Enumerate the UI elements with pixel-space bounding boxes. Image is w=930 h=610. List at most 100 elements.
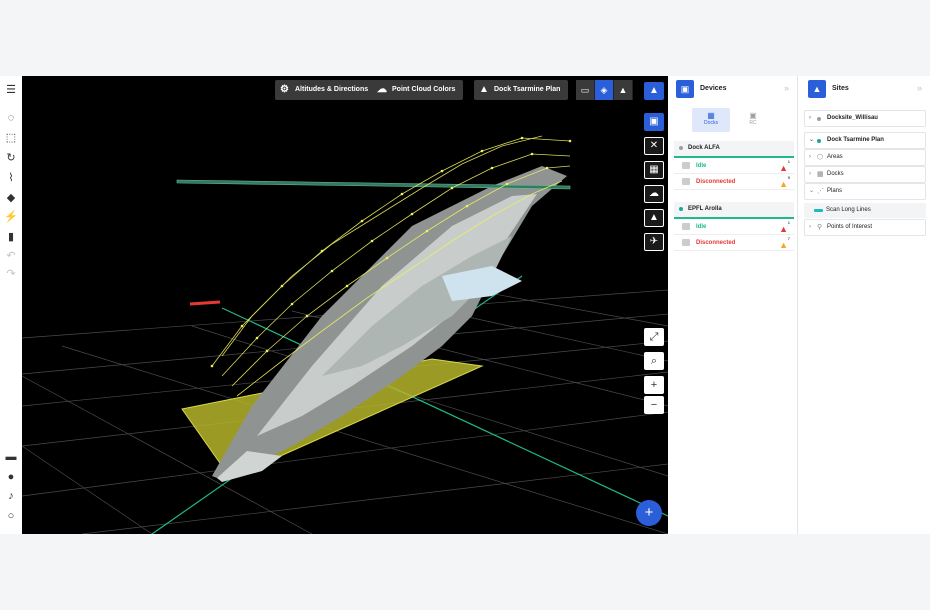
pin-icon: ⚲ bbox=[817, 224, 823, 231]
device-status-row: Idle ▲ 1 bbox=[674, 219, 794, 235]
chevron-right-icon: › bbox=[809, 171, 811, 177]
flash-icon[interactable]: ⚡ bbox=[4, 210, 18, 224]
warning-count: 5 bbox=[787, 175, 790, 180]
lightbulb-icon[interactable]: ○ bbox=[4, 509, 18, 523]
altitudes-label: Altitudes & Directions bbox=[295, 86, 369, 93]
redo-icon[interactable]: ↷ bbox=[4, 267, 18, 281]
child-label: Docks bbox=[827, 171, 844, 177]
drone-icon[interactable]: ✕ bbox=[644, 137, 664, 155]
child-label: Areas bbox=[827, 154, 843, 160]
zoom-in-button[interactable]: + bbox=[644, 376, 664, 394]
map-view-icon[interactable]: ▭ bbox=[576, 80, 595, 100]
point-cloud-scene bbox=[22, 135, 668, 534]
site-item[interactable]: › Docksite_Willisau bbox=[804, 110, 926, 127]
chevron-right-icon: › bbox=[809, 154, 811, 160]
polyline-icon[interactable]: ⌇ bbox=[4, 171, 18, 185]
menu-icon[interactable]: ☰ bbox=[4, 83, 18, 97]
warning-count: 7 bbox=[787, 236, 790, 241]
app-window: ☰ ◌ ⬚ ↻ ⌇ ◆ ⚡ ▮ ↶ ↷ ▬ ● ♪ ○ ⚙ Altitudes … bbox=[0, 76, 930, 534]
status-text: Idle bbox=[696, 163, 707, 169]
add-fab-button[interactable]: + bbox=[636, 500, 662, 526]
devices-layer-button[interactable]: ▣ bbox=[644, 113, 664, 131]
terrain-layer-icon[interactable]: ▲ bbox=[644, 209, 664, 227]
status-dot bbox=[817, 139, 821, 143]
site-name: Dock Tsarmine Plan bbox=[827, 137, 884, 143]
add-poi-icon[interactable]: ◆ bbox=[4, 191, 18, 205]
plan-name: Scan Long Lines bbox=[826, 207, 871, 213]
area-icon: ⬡ bbox=[817, 154, 824, 161]
sites-icon: ▲ bbox=[808, 80, 826, 98]
site-child-poi[interactable]: › ⚲ Points of Interest bbox=[804, 219, 926, 236]
collapse-chevron-icon[interactable]: » bbox=[917, 83, 922, 93]
dock-icon: ▦ bbox=[707, 111, 715, 120]
site-name: Docksite_Willisau bbox=[827, 115, 878, 121]
bell-icon[interactable]: ♪ bbox=[4, 489, 18, 503]
tab-rc[interactable]: ▣ RC bbox=[734, 108, 772, 132]
status-text: Idle bbox=[696, 224, 707, 230]
plan-icon: ▲ bbox=[479, 84, 489, 95]
gamepad-icon[interactable]: ▬ bbox=[4, 450, 18, 464]
chevron-down-icon: ⌄ bbox=[809, 137, 815, 143]
device-card[interactable]: Dock ALFA Idle ▲ 1 Disconnected ▲ 5 bbox=[674, 141, 794, 190]
child-label: Plans bbox=[827, 188, 843, 194]
fullscreen-icon[interactable]: ⤢ bbox=[644, 328, 664, 346]
plan-label: Dock Tsarmine Plan bbox=[494, 86, 561, 93]
collapse-chevron-icon[interactable]: » bbox=[784, 83, 789, 93]
device-name: Dock ALFA bbox=[674, 141, 794, 156]
status-dot bbox=[679, 146, 683, 150]
terrain-view-icon[interactable]: ▲ bbox=[614, 80, 633, 100]
cloud-icon: ☁ bbox=[377, 84, 387, 95]
cloud-layer-icon[interactable]: ☁ bbox=[644, 185, 664, 203]
chevron-right-icon: › bbox=[809, 115, 811, 121]
point-cloud-colors-button[interactable]: ☁ Point Cloud Colors bbox=[372, 80, 464, 100]
status-dot bbox=[679, 207, 683, 211]
sites-header: ▲ Sites » bbox=[800, 76, 930, 104]
lasso-icon[interactable]: ◌ bbox=[4, 111, 18, 125]
zoom-out-button[interactable]: − bbox=[644, 396, 664, 414]
altitudes-directions-button[interactable]: ⚙ Altitudes & Directions bbox=[275, 80, 377, 100]
site-child-areas[interactable]: › ⬡ Areas bbox=[804, 149, 926, 166]
gear-icon: ⚙ bbox=[280, 84, 289, 95]
device-name-text: EPFL Arolla bbox=[688, 206, 722, 212]
plan-item[interactable]: Scan Long Lines bbox=[804, 203, 926, 218]
dock-status-icon bbox=[682, 162, 690, 169]
device-status-row: Idle ▲ 1 bbox=[674, 158, 794, 174]
device-name-text: Dock ALFA bbox=[688, 145, 720, 151]
point-cloud-label: Point Cloud Colors bbox=[392, 86, 456, 93]
select-area-icon[interactable]: ⬚ bbox=[4, 131, 18, 145]
site-item[interactable]: ⌄ Dock Tsarmine Plan bbox=[804, 132, 926, 149]
drone-status-icon bbox=[682, 178, 690, 185]
3d-viewport[interactable]: ⚙ Altitudes & Directions ☁ Point Cloud C… bbox=[22, 76, 668, 534]
alert-count: 1 bbox=[787, 220, 790, 225]
plans-icon: ⋰ bbox=[817, 188, 824, 195]
device-card[interactable]: EPFL Arolla Idle ▲ 1 Disconnected ▲ 7 bbox=[674, 202, 794, 251]
status-text: Disconnected bbox=[696, 240, 736, 246]
site-child-plans[interactable]: ⌄ ⋰ Plans bbox=[804, 183, 926, 200]
tab-rc-label: RC bbox=[749, 120, 757, 126]
site-child-docks[interactable]: › ▦ Docks bbox=[804, 166, 926, 183]
alert-count: 1 bbox=[787, 159, 790, 164]
undo-icon[interactable]: ↶ bbox=[4, 249, 18, 263]
devices-header: ▣ Devices » bbox=[668, 76, 797, 104]
devices-title: Devices bbox=[700, 85, 727, 92]
devices-icon: ▣ bbox=[676, 80, 694, 98]
zoom-fit-icon[interactable]: ⌕ bbox=[644, 352, 664, 370]
rc-icon: ▣ bbox=[749, 111, 757, 120]
tab-docks[interactable]: ▦ Docks bbox=[692, 108, 730, 132]
status-text: Disconnected bbox=[696, 179, 736, 185]
plan-selector-button[interactable]: ▲ Dock Tsarmine Plan bbox=[474, 80, 569, 100]
rotate-icon[interactable]: ↻ bbox=[4, 151, 18, 165]
user-icon[interactable]: ● bbox=[4, 470, 18, 484]
dock-icon: ▦ bbox=[817, 171, 824, 178]
view-mode-switch: ▭ ◈ ▲ bbox=[576, 80, 633, 100]
3d-view-icon[interactable]: ◈ bbox=[595, 80, 614, 100]
sites-title: Sites bbox=[832, 85, 849, 92]
left-toolbar: ☰ ◌ ⬚ ↻ ⌇ ◆ ⚡ ▮ ↶ ↷ ▬ ● ♪ ○ bbox=[0, 76, 22, 534]
trash-icon[interactable]: ▮ bbox=[4, 230, 18, 244]
airplane-icon[interactable]: ✈ bbox=[644, 233, 664, 251]
sites-layer-button[interactable]: ▲ bbox=[644, 82, 664, 100]
devices-panel: ▣ Devices » ▦ Docks ▣ RC Dock ALFA Idle ▲… bbox=[668, 76, 798, 534]
tab-docks-label: Docks bbox=[704, 120, 718, 126]
gallery-icon[interactable]: ▦ bbox=[644, 161, 664, 179]
device-name: EPFL Arolla bbox=[674, 202, 794, 217]
